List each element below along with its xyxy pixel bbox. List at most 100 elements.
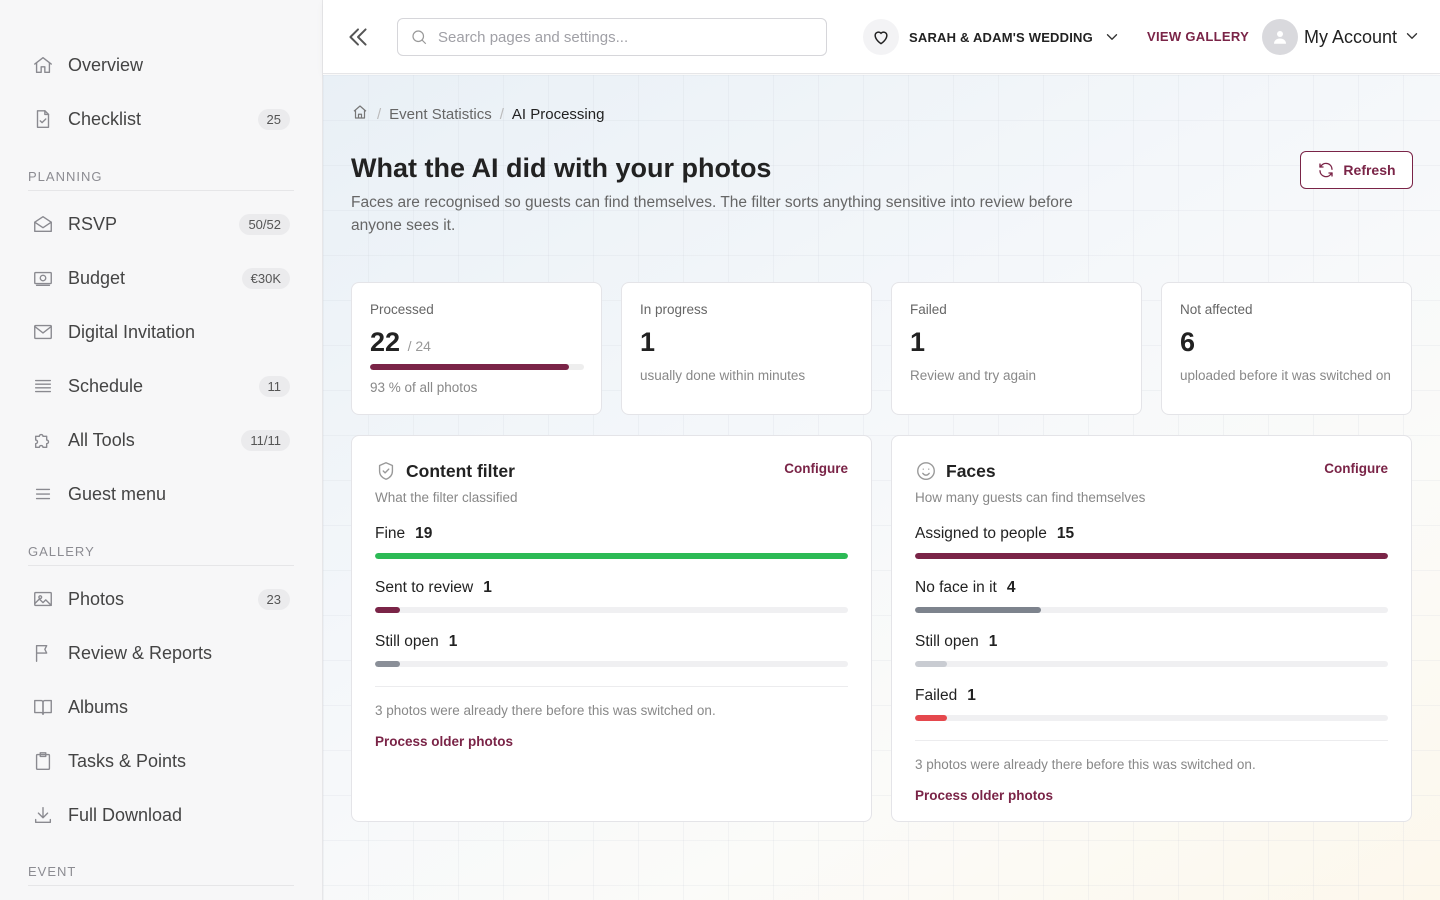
process-older-photos-link[interactable]: Process older photos (375, 734, 513, 749)
sidebar-item-photos[interactable]: Photos 23 (28, 579, 294, 619)
row-value: 19 (415, 525, 433, 542)
row-bar-fill (915, 661, 947, 667)
row-label: Failed (915, 687, 958, 704)
sidebar-item-label: Overview (68, 54, 144, 75)
chevron-down-icon (1103, 28, 1121, 51)
event-selector[interactable]: SARAH & ADAM'S WEDDING (863, 18, 1121, 56)
sidebar-item-full-download[interactable]: Full Download (28, 795, 294, 835)
sidebar-item-albums[interactable]: Albums (28, 687, 294, 727)
row-value: 1 (448, 633, 458, 650)
heart-icon (863, 19, 899, 55)
sidebar-item-overview[interactable]: Overview (28, 45, 294, 85)
panel-title: Faces (946, 460, 996, 481)
sidebar-item-budget[interactable]: Budget €30K (28, 258, 294, 298)
breadcrumb: / Event Statistics / AI Processing (351, 103, 604, 125)
home-icon (28, 53, 60, 77)
sidebar-item-digital-invitation[interactable]: Digital Invitation (28, 312, 294, 352)
stat-row: Sent to review 1 (375, 579, 848, 613)
refresh-button[interactable]: Refresh (1300, 151, 1413, 189)
sidebar-item-label: All Tools (68, 429, 135, 450)
collapse-sidebar-button[interactable] (345, 24, 371, 50)
sidebar-item-checklist[interactable]: Checklist 25 (28, 99, 294, 139)
progress-bar (370, 364, 584, 370)
double-chevron-left-icon (349, 28, 367, 46)
row-label-line: Still open 1 (915, 633, 1388, 651)
section-title-planning: PLANNING (28, 169, 294, 191)
list-icon (28, 374, 60, 398)
page-title: What the AI did with your photos (351, 153, 772, 183)
sidebar-item-label: Review & Reports (68, 642, 213, 663)
row-label-line: Sent to review 1 (375, 579, 848, 597)
stat-value: 6 (1180, 327, 1196, 357)
sidebar-item-label: Albums (68, 696, 129, 717)
sidebar-item-tasks-points[interactable]: Tasks & Points (28, 741, 294, 781)
view-gallery-link[interactable]: VIEW GALLERY (1147, 29, 1249, 44)
book-icon (28, 695, 60, 719)
sidebar-item-all-tools[interactable]: All Tools 11/11 (28, 420, 294, 460)
account-label: My Account (1304, 26, 1398, 47)
sidebar-item-review-reports[interactable]: Review & Reports (28, 633, 294, 673)
panel-header: Faces (915, 460, 1388, 482)
avatar (1262, 19, 1298, 55)
menu-icon (28, 482, 60, 506)
stat-subtext: usually done within minutes (640, 368, 806, 383)
row-value: 1 (483, 579, 492, 596)
row-label: Still open (375, 633, 439, 650)
account-menu[interactable]: My Account (1262, 19, 1421, 55)
mail-icon (28, 320, 60, 344)
row-bar (375, 607, 848, 613)
count-badge: 50/52 (239, 213, 290, 235)
home-icon[interactable] (351, 103, 369, 125)
progress-fill (370, 364, 570, 370)
stat-value: 22 / 24 (370, 327, 583, 358)
envelope-open-icon (28, 212, 60, 236)
clipboard-icon (28, 749, 60, 773)
configure-link[interactable]: Configure (784, 461, 848, 476)
faces-panel: Faces Configure How many guests can find… (891, 435, 1412, 822)
stat-subtext: 93 % of all photos (370, 380, 478, 395)
image-icon (28, 587, 60, 611)
sidebar-item-label: Checklist (68, 108, 142, 129)
row-label-line: Still open 1 (375, 633, 848, 651)
panel-subtitle: How many guests can find themselves (915, 490, 1146, 505)
sidebar-item-guest-menu[interactable]: Guest menu (28, 474, 294, 514)
search-box[interactable] (397, 18, 827, 56)
panel-note: 3 photos were already there before this … (375, 703, 716, 718)
stat-value: 1 (910, 327, 926, 357)
search-input[interactable] (438, 28, 798, 46)
panel-header: Content filter (375, 460, 848, 482)
stat-label: Failed (910, 302, 947, 317)
divider (915, 740, 1388, 741)
stat-row: Assigned to people 15 (915, 525, 1388, 559)
stat-row: Still open 1 (375, 633, 848, 667)
stat-subtext: Review and try again (910, 368, 1037, 383)
sidebar-item-label: Budget (68, 267, 126, 288)
refresh-icon (1319, 162, 1334, 178)
row-value: 1 (967, 687, 976, 704)
flag-icon (28, 641, 60, 665)
breadcrumb-parent[interactable]: Event Statistics (389, 106, 492, 123)
stat-row: Fine 19 (375, 525, 848, 559)
row-bar (915, 607, 1388, 613)
configure-link[interactable]: Configure (1324, 461, 1388, 476)
sidebar-item-schedule[interactable]: Schedule 11 (28, 366, 294, 406)
download-icon (28, 803, 60, 827)
search-icon (412, 30, 427, 45)
row-bar (915, 661, 1388, 667)
row-label: Assigned to people (915, 525, 1047, 542)
panel-title: Content filter (406, 460, 515, 481)
stat-subtext: uploaded before it was switched on (1180, 368, 1391, 383)
row-bar (915, 715, 1388, 721)
panel-note: 3 photos were already there before this … (915, 757, 1256, 772)
stat-card-processed: Processed 22 / 24 93 % of all photos (351, 282, 602, 415)
count-badge: 23 (257, 588, 290, 610)
process-older-photos-link[interactable]: Process older photos (915, 788, 1053, 803)
sidebar-item-label: Guest menu (68, 483, 167, 504)
refresh-label: Refresh (1343, 162, 1396, 178)
row-label: No face in it (915, 579, 997, 596)
sidebar-item-rsvp[interactable]: RSVP 50/52 (28, 204, 294, 244)
stat-value: 1 (640, 327, 656, 357)
stat-row: Still open 1 (915, 633, 1388, 667)
row-bar (375, 553, 848, 559)
breadcrumb-current: AI Processing (511, 105, 605, 123)
